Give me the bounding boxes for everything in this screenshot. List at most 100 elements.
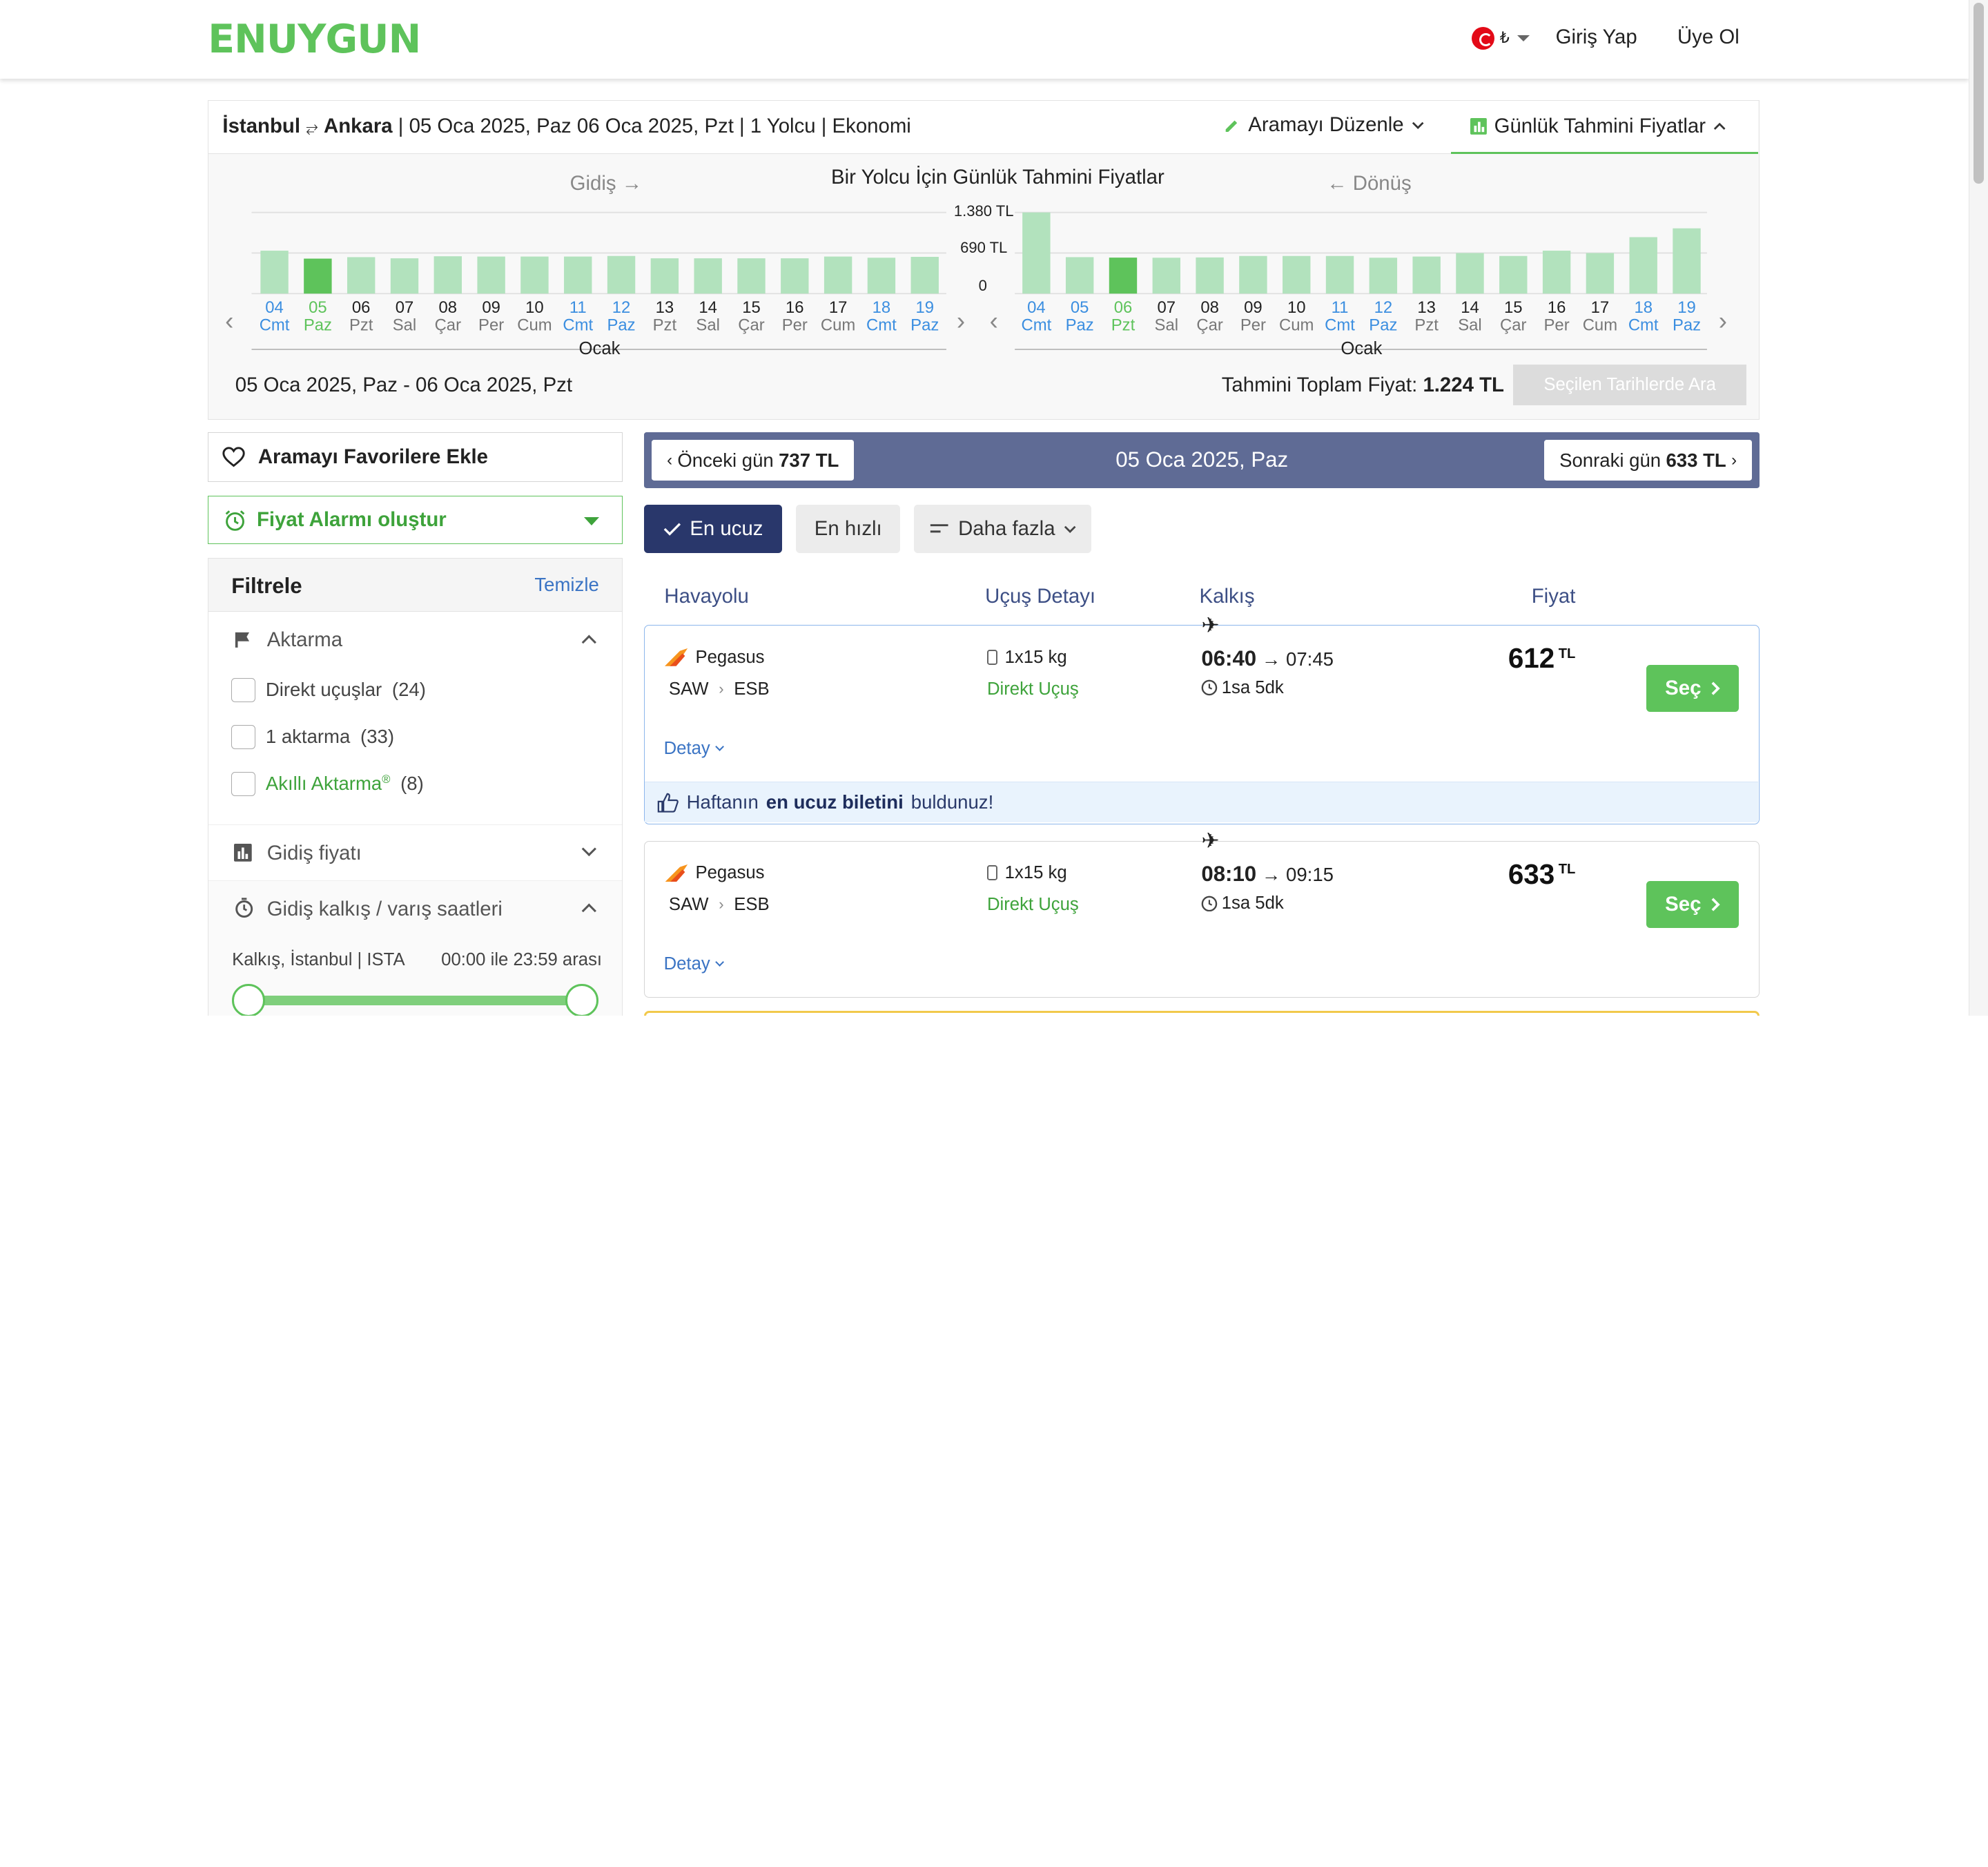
chevron-right-icon: ›	[719, 896, 724, 913]
direct-flights-checkbox[interactable]	[231, 677, 256, 702]
price-bar[interactable]	[1412, 256, 1441, 294]
one-transfer-count: (33)	[360, 726, 395, 748]
price-bar[interactable]	[477, 256, 506, 294]
price-bar[interactable]	[1109, 258, 1138, 294]
price-bar[interactable]	[1499, 255, 1528, 294]
price-bar[interactable]	[737, 258, 766, 294]
return-next-arrow-icon[interactable]: ›	[1719, 307, 1727, 336]
price-bar[interactable]	[1586, 253, 1615, 294]
slider-end-handle[interactable]	[565, 984, 598, 1016]
enuygun-logo[interactable]: ENUYGUN	[208, 17, 421, 62]
price-bar[interactable]	[824, 256, 852, 294]
caret-down-icon	[583, 516, 599, 525]
scrollbar-thumb[interactable]	[1973, 2, 1984, 184]
search-selected-dates-button[interactable]: Seçilen Tarihlerde Ara	[1513, 365, 1747, 405]
price-bar[interactable]	[1543, 251, 1571, 294]
day-number-label: 11	[1332, 298, 1349, 317]
weekday-label: Pzt	[349, 316, 373, 335]
price-bar[interactable]	[1239, 255, 1267, 294]
select-flight-button[interactable]: Seç	[1646, 665, 1740, 713]
slider-start-handle[interactable]	[232, 984, 265, 1016]
flight-detail-link[interactable]: Detay	[664, 954, 724, 974]
price-bar[interactable]	[520, 256, 549, 294]
outbound-price-section[interactable]: Gidiş fiyatı	[208, 825, 622, 881]
departure-airport-label: Kalkış, İstanbul | ISTA	[232, 949, 405, 969]
price-bar[interactable]	[1283, 255, 1311, 294]
price-bar[interactable]	[1629, 237, 1658, 294]
flight-card-partial[interactable]	[644, 1010, 1760, 1016]
time-range-slider[interactable]	[247, 995, 583, 1006]
signup-link[interactable]: Üye Ol	[1677, 26, 1740, 49]
chevron-up-icon	[1713, 122, 1726, 130]
one-transfer-checkbox[interactable]	[231, 724, 256, 749]
select-flight-button[interactable]: Seç	[1646, 880, 1740, 928]
price-bar[interactable]	[347, 257, 376, 294]
price-bar[interactable]	[260, 251, 289, 294]
price-bar[interactable]	[650, 258, 679, 294]
price-bar[interactable]	[910, 257, 939, 294]
return-prev-arrow-icon[interactable]: ‹	[990, 307, 998, 336]
previous-day-button[interactable]: ‹ Önceki gün 737 TL	[652, 440, 855, 481]
outbound-prev-arrow-icon[interactable]: ‹	[225, 307, 233, 336]
flight-detail-link[interactable]: Detay	[664, 739, 724, 759]
page-scrollbar[interactable]	[1969, 0, 1988, 1016]
baggage-info: 1x15 kg	[986, 648, 1067, 668]
edit-search-button[interactable]: Aramayı Düzenle	[1223, 113, 1424, 137]
price-bar[interactable]	[564, 256, 592, 294]
selected-date-range: 05 Oca 2025, Paz - 06 Oca 2025, Pzt	[235, 373, 573, 396]
filter-one-transfer[interactable]: 1 aktarma (33)	[231, 724, 395, 749]
chevron-up-icon[interactable]	[581, 904, 596, 919]
price-bar[interactable]	[1369, 258, 1398, 294]
column-departure[interactable]: Kalkış	[1200, 585, 1255, 608]
login-link[interactable]: Giriş Yap	[1556, 26, 1637, 49]
column-airline[interactable]: Havayolu	[664, 585, 748, 608]
flight-card[interactable]: ✈ Pegasus SAW › ESB 1x15 kg Direkt Uçuş …	[644, 829, 1760, 998]
price-bar[interactable]	[391, 258, 419, 294]
chevron-down-icon[interactable]	[581, 842, 596, 857]
transfer-filter-title[interactable]: Aktarma	[267, 628, 342, 652]
departure-time: 06:40	[1201, 646, 1257, 670]
price-bar[interactable]	[694, 258, 723, 294]
price-bar[interactable]	[1022, 212, 1051, 294]
sort-cheapest-button[interactable]: En ucuz	[644, 505, 783, 553]
outbound-next-arrow-icon[interactable]: ›	[957, 307, 965, 336]
price-alarm-button[interactable]: Fiyat Alarmı oluştur	[208, 496, 623, 544]
clear-filters-link[interactable]: Temizle	[534, 574, 598, 596]
price-bar[interactable]	[304, 258, 332, 294]
outbound-label-text: Gidiş	[569, 171, 616, 195]
price-bar[interactable]	[781, 258, 809, 294]
filters-panel: Filtrele Temizle Aktarma Direkt uçuşlar …	[208, 558, 623, 1016]
chart-icon	[233, 844, 252, 862]
day-number-label: 17	[829, 298, 848, 317]
flight-card[interactable]: ✈ Pegasus SAW › ESB 1x15 kg Direkt Uçuş …	[644, 613, 1760, 824]
language-currency-selector[interactable]: ₺	[1472, 26, 1530, 50]
sort-fastest-button[interactable]: En hızlı	[796, 505, 901, 553]
day-number-label: 07	[396, 298, 414, 317]
smart-transfer-count: (8)	[400, 773, 424, 795]
price-bar[interactable]	[867, 258, 896, 294]
price-bar[interactable]	[1326, 255, 1354, 294]
day-number-label: 06	[1114, 298, 1133, 317]
filter-direct-flights[interactable]: Direkt uçuşlar (24)	[231, 677, 426, 702]
price-bar[interactable]	[1152, 258, 1181, 294]
price-bar[interactable]	[1196, 257, 1225, 294]
price-bar[interactable]	[433, 256, 462, 294]
price-bar[interactable]	[1456, 253, 1484, 294]
filter-smart-transfer[interactable]: Akıllı Aktarma® (8)	[231, 771, 424, 796]
price-bar[interactable]	[1066, 257, 1094, 294]
next-day-button[interactable]: Sonraki gün 633 TL ›	[1544, 440, 1753, 481]
turkey-flag-icon	[1472, 26, 1495, 50]
tab-daily-prices[interactable]: Günlük Tahmini Fiyatlar	[1451, 101, 1758, 155]
smart-transfer-checkbox[interactable]	[231, 771, 256, 796]
chevron-up-icon[interactable]	[581, 635, 596, 650]
day-number-label: 13	[1418, 298, 1436, 317]
price-bar[interactable]	[607, 255, 636, 294]
sort-more-button[interactable]: Daha fazla	[914, 505, 1092, 553]
day-number-label: 04	[266, 298, 284, 317]
price-bar[interactable]	[1673, 228, 1701, 294]
departure-time-title[interactable]: Gidiş kalkış / varış saatleri	[267, 898, 503, 921]
add-favorite-button[interactable]: Aramayı Favorilere Ekle	[208, 432, 623, 482]
column-flight-detail[interactable]: Uçuş Detayı	[985, 585, 1095, 608]
day-number-label: 12	[612, 298, 631, 317]
column-price[interactable]: Fiyat	[1532, 585, 1576, 608]
